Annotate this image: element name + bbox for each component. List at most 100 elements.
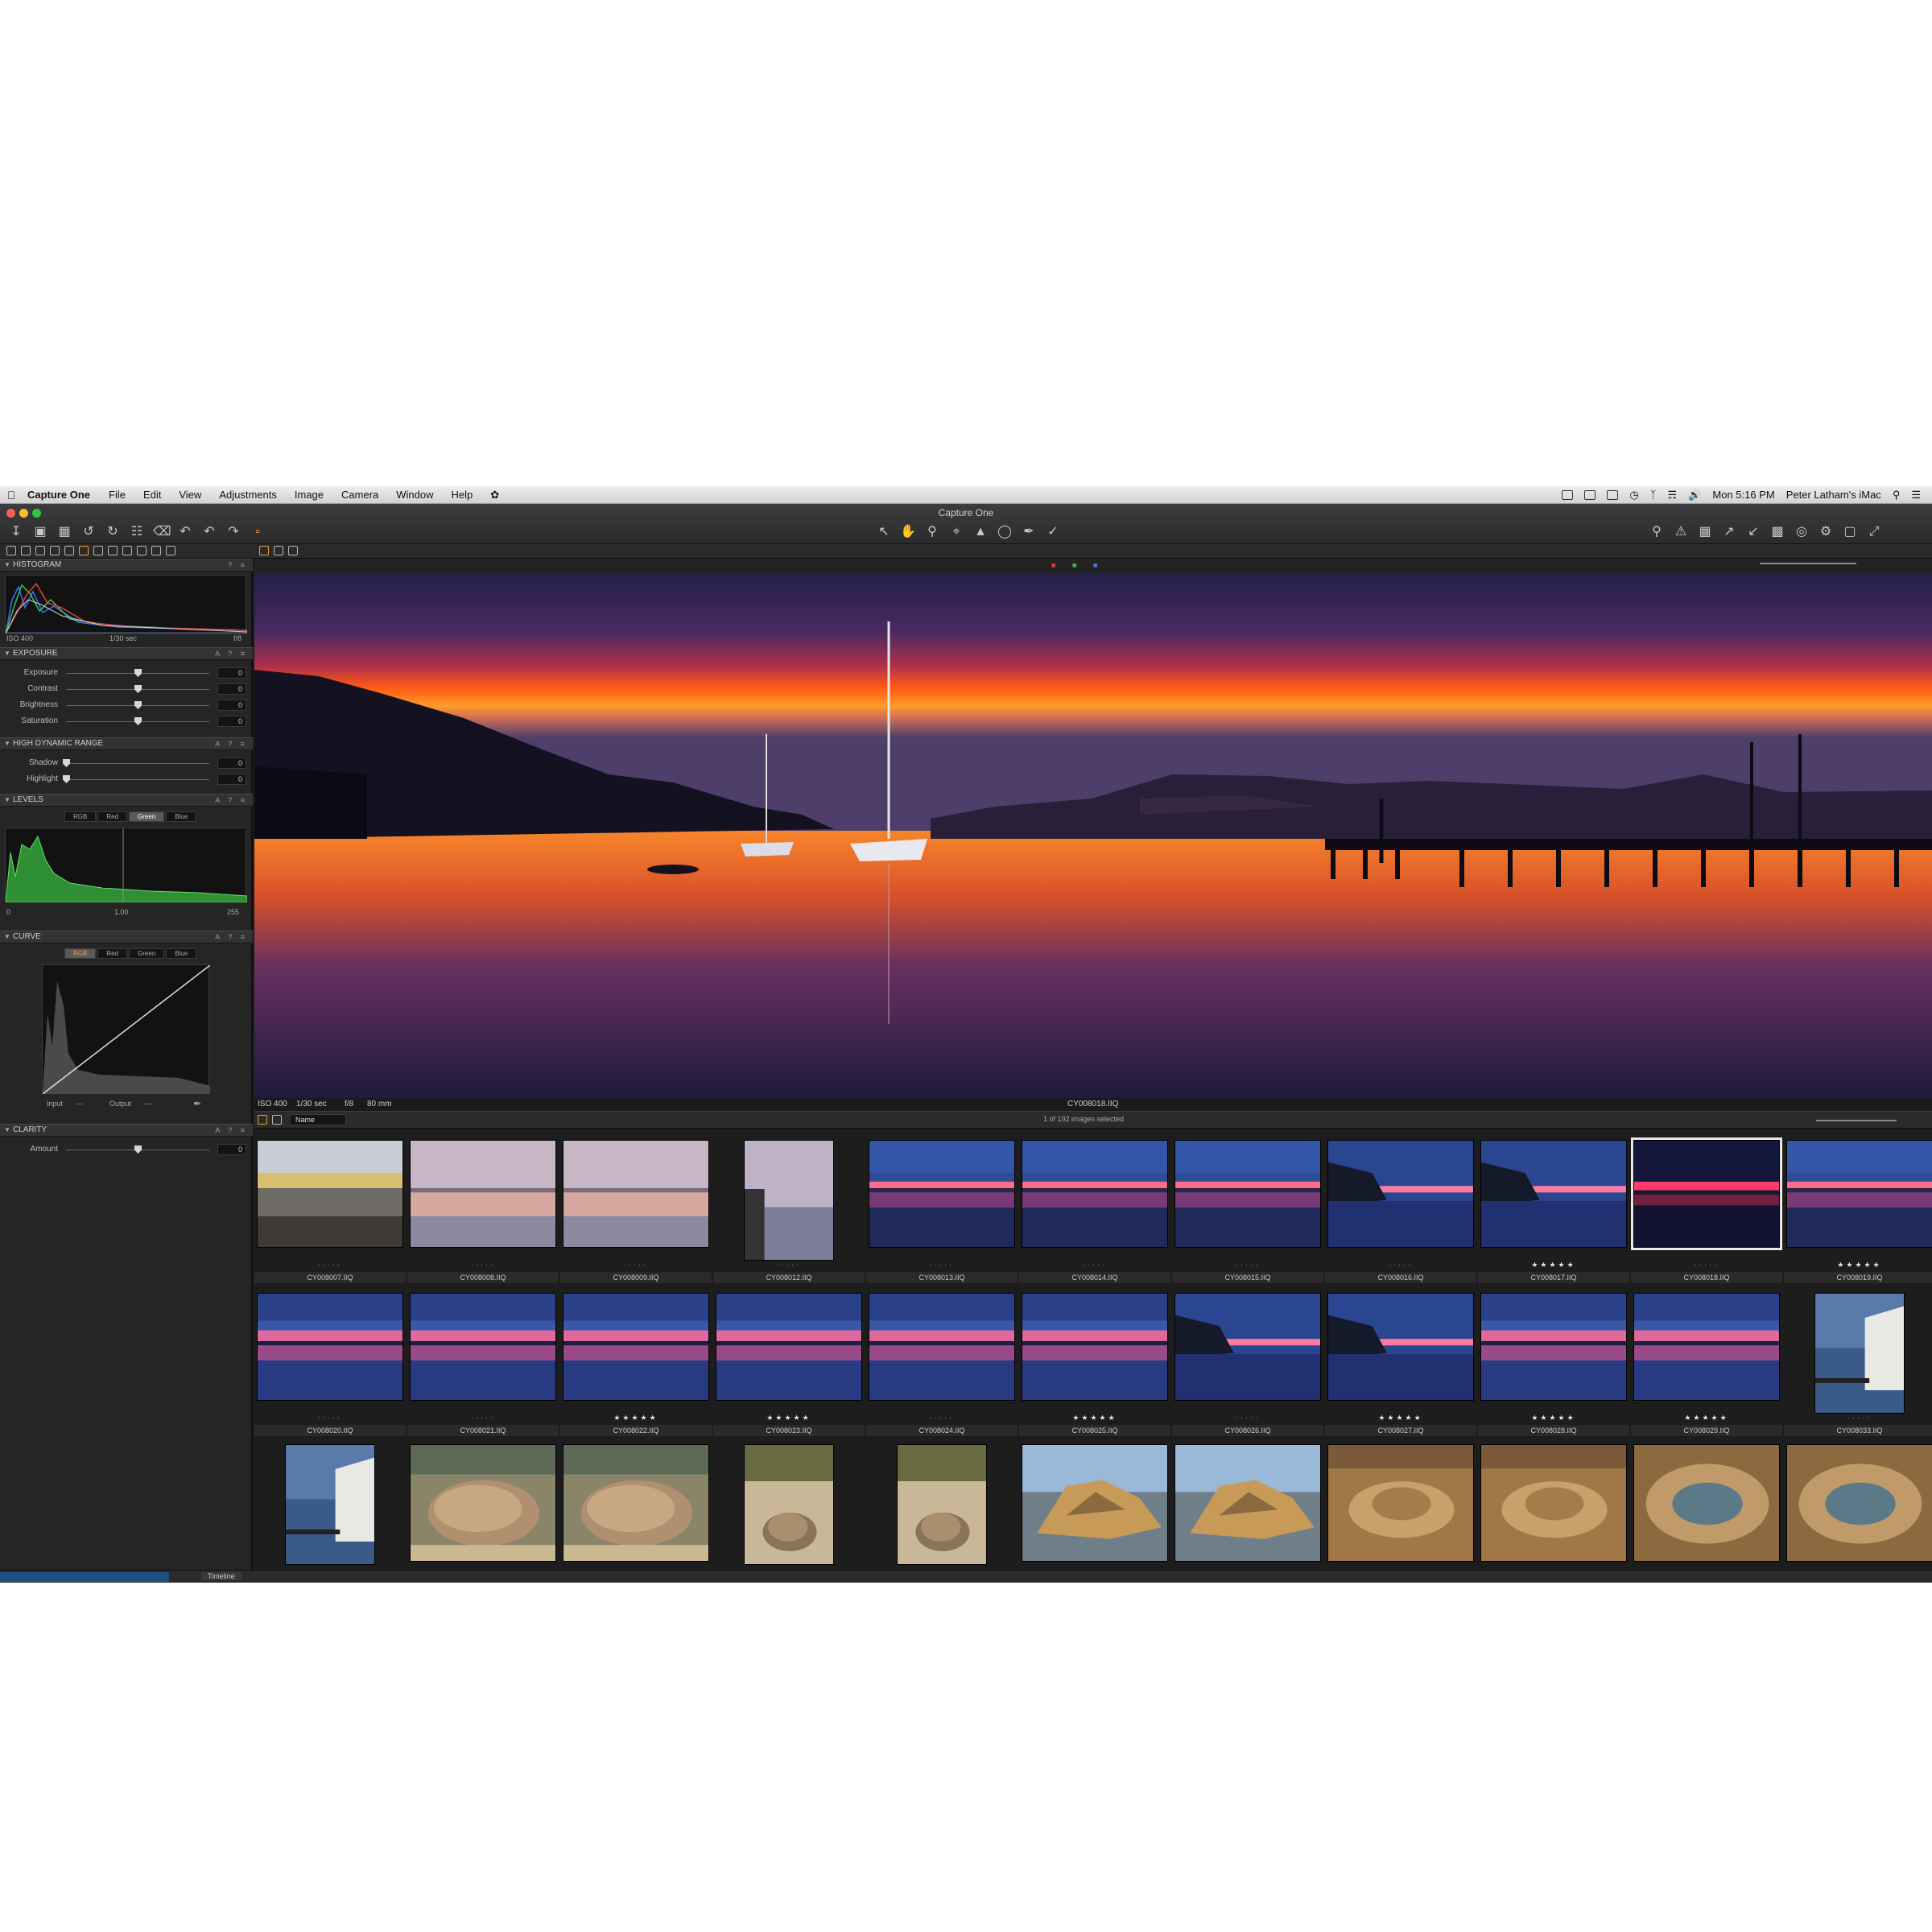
star-rating[interactable]: ····· <box>1172 1261 1323 1269</box>
undo-icon[interactable]: ↶ <box>177 525 193 539</box>
batch-icon[interactable]: ☷ <box>129 525 145 539</box>
clarity-slider-amount[interactable]: Amount 0 <box>0 1141 253 1158</box>
view-single-icon[interactable] <box>259 546 269 555</box>
star-rating[interactable]: ★★★★★ <box>560 1414 712 1422</box>
browser-grid-view-icon[interactable] <box>258 1115 267 1125</box>
thumbnail-image[interactable] <box>1786 1444 1932 1562</box>
star-rating[interactable]: ····· <box>1172 1414 1323 1422</box>
star-rating[interactable]: ····· <box>1019 1261 1170 1269</box>
browser-thumbnail[interactable] <box>407 1441 559 1570</box>
exposure-tab-icon[interactable] <box>64 546 74 555</box>
thumbnail-image[interactable] <box>744 1444 834 1565</box>
levels-tab-rgb[interactable]: RGB <box>64 811 97 822</box>
color-picker-icon[interactable]: ✒ <box>1021 525 1037 539</box>
browser-thumbnail[interactable]: ★★★★★ CY008023.IIQ <box>713 1288 865 1441</box>
browser-thumbnail[interactable] <box>1478 1441 1629 1570</box>
browser-thumbnail[interactable] <box>1631 1441 1782 1570</box>
exposure-slider-exposure[interactable]: Exposure 0 <box>0 665 253 681</box>
thumbnail-image[interactable] <box>1174 1444 1321 1562</box>
browser-thumbnail[interactable]: ····· CY008014.IIQ <box>1019 1135 1170 1288</box>
star-rating[interactable]: ★★★★★ <box>1019 1414 1170 1422</box>
trash-icon[interactable]: ⌫ <box>153 525 171 539</box>
levels-header[interactable]: ▼ LEVELS A ? ≡ <box>0 794 253 807</box>
levels-tab-red[interactable]: Red <box>97 811 128 822</box>
thumbnail-image[interactable] <box>563 1140 709 1248</box>
camera-icon[interactable]: ▩ <box>1769 525 1785 539</box>
curve-tab-rgb[interactable]: RGB <box>64 948 97 959</box>
zoom-loupe-icon[interactable]: ⚲ <box>924 525 940 539</box>
thumbnail-image[interactable] <box>1022 1293 1168 1401</box>
browser-thumbnail[interactable]: ····· CY008018.IIQ <box>1631 1135 1782 1288</box>
menu-adjustments[interactable]: Adjustments <box>219 489 277 501</box>
quick-tab-icon[interactable] <box>166 546 175 555</box>
levels-mid-value[interactable]: 1.00 <box>114 908 129 916</box>
keystone-icon[interactable]: ▲ <box>972 525 989 539</box>
process-icon[interactable]: ▦ <box>56 525 72 539</box>
browser-thumbnail[interactable]: ····· CY008033.IIQ <box>1784 1288 1932 1441</box>
metadata-tab-icon[interactable] <box>122 546 132 555</box>
capture-tab-icon[interactable] <box>21 546 31 555</box>
slider-value-field[interactable]: 0 <box>217 758 246 769</box>
view-compare-icon[interactable] <box>288 546 298 555</box>
levels-tab-blue[interactable]: Blue <box>166 811 197 822</box>
slider-knob[interactable] <box>134 669 142 677</box>
spotlight-icon[interactable]: ⚲ <box>1893 489 1901 502</box>
thumbnail-image[interactable] <box>410 1140 556 1248</box>
thumbnail-image[interactable] <box>563 1444 709 1562</box>
levels-low-value[interactable]: 0 <box>6 908 10 916</box>
search-icon[interactable]: ⚲ <box>1649 525 1665 539</box>
pan-hand-icon[interactable]: ✋ <box>900 525 916 539</box>
browser-thumbnail[interactable]: ★★★★★ CY008027.IIQ <box>1325 1288 1476 1441</box>
browser-thumbnail[interactable]: ····· CY008009.IIQ <box>560 1135 712 1288</box>
star-rating[interactable]: ★★★★★ <box>1631 1414 1782 1422</box>
browser-thumbnail[interactable] <box>1172 1441 1323 1570</box>
browser-thumbnail[interactable]: ★★★★★ CY008022.IIQ <box>560 1288 712 1441</box>
browser-thumbnail[interactable]: ★★★★★ CY008025.IIQ <box>1019 1288 1170 1441</box>
battery-icon[interactable] <box>1584 489 1596 500</box>
thumbnail-image[interactable] <box>1022 1444 1168 1562</box>
slider-value-field[interactable]: 0 <box>217 774 246 785</box>
star-rating[interactable]: ★★★★★ <box>1784 1261 1932 1269</box>
star-rating[interactable]: ····· <box>1784 1414 1932 1422</box>
apple-menu-icon[interactable]:  <box>0 489 23 502</box>
slider-value-field[interactable]: 0 <box>217 716 246 727</box>
exposure-header[interactable]: ▼ EXPOSURE A ? ≡ <box>0 647 253 660</box>
star-rating[interactable]: ····· <box>1325 1261 1476 1269</box>
menu-help[interactable]: Help <box>452 489 473 501</box>
exposure-slider-saturation[interactable]: Saturation 0 <box>0 713 253 729</box>
thumbnail-size-slider[interactable] <box>1816 1120 1897 1121</box>
thumbnail-image[interactable] <box>1480 1140 1627 1248</box>
timeline-tab[interactable]: Timeline <box>201 1572 242 1580</box>
browser-thumbnail[interactable] <box>1325 1441 1476 1570</box>
star-rating[interactable]: ····· <box>1631 1261 1782 1269</box>
grid-icon[interactable]: ▦ <box>1697 525 1713 539</box>
image-viewer[interactable] <box>254 573 1932 1098</box>
rotate-left-icon[interactable]: ↺ <box>80 525 97 539</box>
thumbnail-image[interactable] <box>1633 1293 1780 1401</box>
exposure-slider-contrast[interactable]: Contrast 0 <box>0 681 253 697</box>
menu-view[interactable]: View <box>179 489 201 501</box>
browser-thumbnail[interactable]: ····· CY008008.IIQ <box>407 1135 559 1288</box>
browser-thumbnail[interactable]: ★★★★★ CY008019.IIQ <box>1784 1135 1932 1288</box>
browser-thumbnail[interactable] <box>560 1441 712 1570</box>
histogram-header[interactable]: ▼ HISTOGRAM? ≡ <box>0 559 253 572</box>
focus-icon[interactable]: ◎ <box>1794 525 1810 539</box>
browser-thumbnail[interactable]: ····· CY008013.IIQ <box>866 1135 1018 1288</box>
slider-knob[interactable] <box>134 701 142 709</box>
browser-thumbnail[interactable] <box>713 1441 865 1570</box>
sort-select[interactable]: Name <box>290 1114 346 1125</box>
volume-icon[interactable]: 🔊 <box>1688 489 1701 502</box>
hdr-slider-shadow[interactable]: Shadow 0 <box>0 755 253 771</box>
browser-thumbnail[interactable]: ····· CY008026.IIQ <box>1172 1288 1323 1441</box>
star-rating[interactable]: ····· <box>866 1261 1018 1269</box>
redo-icon[interactable]: ↷ <box>225 525 242 539</box>
curve-picker-icon[interactable]: ✒ <box>193 1098 201 1109</box>
menu-app-name[interactable]: Capture One <box>27 489 90 501</box>
hdr-header[interactable]: ▼ HIGH DYNAMIC RANGE A ? ≡ <box>0 737 253 750</box>
exposure-slider-brightness[interactable]: Brightness 0 <box>0 697 253 713</box>
curve-tab-green[interactable]: Green <box>129 948 165 959</box>
crop-icon[interactable]: ⌖ <box>948 525 964 539</box>
curve-header[interactable]: ▼ CURVE A ? ≡ <box>0 931 253 943</box>
thumbnail-image[interactable] <box>869 1140 1015 1248</box>
capture-icon[interactable]: ▣ <box>32 525 48 539</box>
